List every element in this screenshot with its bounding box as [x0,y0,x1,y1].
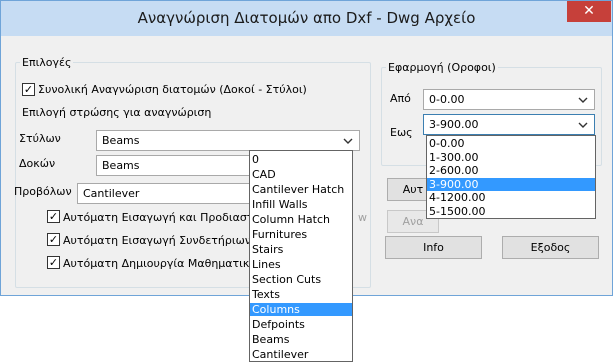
auto-model-checkbox[interactable]: ✓ [47,256,60,269]
from-floor-label: Από [390,92,411,105]
chevron-down-icon [578,97,588,103]
cantilevers-layer-value: Cantilever [83,187,140,200]
floor-option[interactable]: 5-1500.00 [427,205,595,218]
title-bar[interactable]: Αναγνώριση Διατομών απο Dxf - Dwg Αρχείο… [1,1,612,36]
floor-option[interactable]: 3-900.00 [427,177,595,191]
options-legend: Επιλογές [22,56,72,69]
floor-option[interactable]: 0-0.00 [427,137,595,150]
layer-option[interactable]: Furnitures [250,228,352,241]
beams-layer-value: Beams [102,159,140,172]
auto-insert-label-tail: w [358,211,367,224]
window-title: Αναγνώριση Διατομών απο Dxf - Dwg Αρχείο [137,9,476,27]
to-floor-dropdown-list: 0-0.00 1-300.00 2-600.00 3-900.00 4-1200.00 5… [426,135,596,219]
cantilevers-layer-label: Προβόλων [14,185,72,198]
auto-insert-checkbox[interactable]: ✓ [47,210,60,223]
beams-layer-select[interactable]: Beams [96,155,256,176]
chevron-down-icon [578,122,588,128]
layer-option[interactable]: Columns [250,303,352,316]
info-button[interactable]: Info [385,236,482,259]
columns-layer-label: Στύλων [19,132,61,145]
layer-option[interactable]: Section Cuts [250,273,352,286]
auto-model-label: Αυτόματη Δημιουργία Μαθηματικο [63,257,257,270]
total-recognition-label: Συνολική Αναγνώριση διατομών (Δοκοί - Στ… [38,83,307,96]
layer-option[interactable]: Column Hatch [250,213,352,226]
layer-option[interactable]: CAD [250,168,352,181]
floor-option[interactable]: 1-300.00 [427,151,595,164]
layer-option[interactable]: Infill Walls [250,198,352,211]
layer-option[interactable]: Defpoints [250,318,352,331]
to-floor-label: Εως [390,126,413,139]
from-floor-select[interactable]: 0-0.00 [423,89,595,110]
floors-legend: Εφαρμογή (Οροφοι) [388,61,496,74]
layer-option[interactable]: Cantilever [250,348,352,361]
layer-option[interactable]: 0 [250,153,352,166]
layer-selection-title: Επιλογή στρώσης για αναγνώριση [22,106,212,119]
from-floor-value: 0-0.00 [429,93,465,106]
layer-option[interactable]: Texts [250,288,352,301]
to-floor-value: 3-900.00 [429,118,479,131]
layer-option[interactable]: Cantilever Hatch [250,183,352,196]
columns-layer-value: Beams [102,134,140,147]
floor-option[interactable]: 2-600.00 [427,164,595,177]
close-button[interactable]: ✕ [567,1,611,22]
layer-option[interactable]: Stairs [250,243,352,256]
to-floor-select[interactable]: 3-900.00 [423,114,595,135]
auto-insert-label: Αυτόματη Εισαγωγή και Προδιαστα [63,211,261,224]
auto-connectors-checkbox[interactable]: ✓ [47,233,60,246]
layer-option[interactable]: Beams [250,333,352,346]
beams-layer-label: Δοκών [19,157,56,170]
total-recognition-checkbox[interactable]: ✓ [22,83,35,96]
auto-connectors-label: Αυτόματη Εισαγωγή Συνδετήριων [63,234,251,247]
layer-dropdown-list: 0 CAD Cantilever Hatch Infill Walls Column H… [249,150,353,362]
exit-button[interactable]: Εξοδος [502,236,599,259]
floor-option[interactable]: 4-1200.00 [427,191,595,204]
columns-layer-select[interactable]: Beams [96,130,360,151]
chevron-down-icon [343,138,353,144]
layer-option[interactable]: Lines [250,258,352,271]
cantilevers-layer-select[interactable]: Cantilever [77,183,256,204]
